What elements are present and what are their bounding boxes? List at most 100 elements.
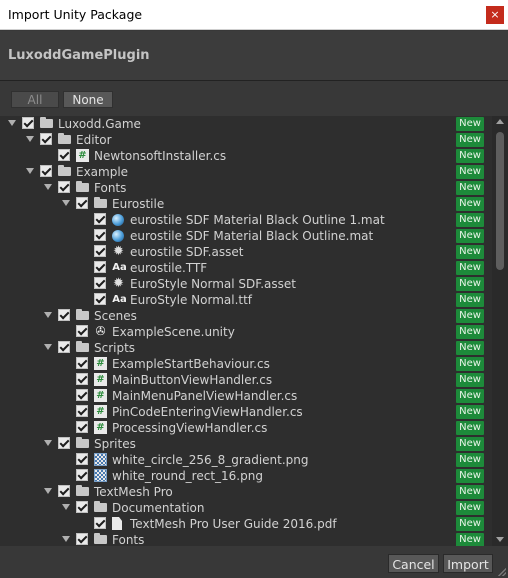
tree-row[interactable]: Editor New <box>0 132 492 148</box>
expand-arrow-icon[interactable] <box>44 312 52 318</box>
include-checkbox[interactable] <box>58 485 70 497</box>
tree-row[interactable]: Fonts New <box>0 180 492 196</box>
tree-row[interactable]: # PinCodeEnteringViewHandler.cs New <box>0 404 492 420</box>
select-none-button[interactable]: None <box>63 91 113 108</box>
include-checkbox[interactable] <box>76 405 88 417</box>
include-checkbox[interactable] <box>40 133 52 145</box>
include-checkbox[interactable] <box>76 373 88 385</box>
include-checkbox[interactable] <box>58 181 70 193</box>
scroll-up-icon[interactable] <box>496 119 504 124</box>
include-checkbox[interactable] <box>94 277 106 289</box>
tree-row[interactable]: Documentation New <box>0 500 492 516</box>
new-badge: New <box>456 293 484 307</box>
include-checkbox[interactable] <box>76 533 88 545</box>
include-checkbox[interactable] <box>58 309 70 321</box>
tree-row[interactable]: Sprites New <box>0 436 492 452</box>
expand-arrow-icon[interactable] <box>62 536 70 542</box>
include-checkbox[interactable] <box>76 389 88 401</box>
tree-item-label: NewtonsoftInstaller.cs <box>94 149 227 163</box>
close-icon: × <box>490 8 500 21</box>
unity-scene-icon: ✇ <box>95 324 106 338</box>
tree-row[interactable]: TextMesh Pro New <box>0 484 492 500</box>
import-button[interactable]: Import <box>443 554 493 573</box>
include-checkbox[interactable] <box>58 149 70 161</box>
tree-item-label: Documentation <box>112 501 205 515</box>
new-badge: New <box>456 389 484 403</box>
expand-arrow-icon[interactable] <box>44 344 52 350</box>
tree-row[interactable]: ✹ EuroStyle Normal SDF.asset New <box>0 276 492 292</box>
tree-item-label: eurostile SDF Material Black Outline 1.m… <box>130 213 385 227</box>
include-checkbox[interactable] <box>58 341 70 353</box>
tree-item-label: white_circle_256_8_gradient.png <box>112 453 309 467</box>
resize-grip-icon[interactable] <box>498 568 506 576</box>
include-checkbox[interactable] <box>76 197 88 209</box>
new-badge: New <box>456 501 484 515</box>
asset-tree: Luxodd.Game New Editor New # NewtonsoftInstal… <box>0 116 492 546</box>
include-checkbox[interactable] <box>94 229 106 241</box>
folder-icon <box>94 197 107 208</box>
tree-row[interactable]: eurostile SDF Material Black Outline.mat… <box>0 228 492 244</box>
cancel-button[interactable]: Cancel <box>388 554 439 573</box>
tree-row[interactable]: Example New <box>0 164 492 180</box>
close-button[interactable]: × <box>486 6 504 24</box>
expand-arrow-icon[interactable] <box>26 168 34 174</box>
tree-row[interactable]: white_circle_256_8_gradient.png New <box>0 452 492 468</box>
tree-row[interactable]: Scenes New <box>0 308 492 324</box>
tree-row[interactable]: Aa EuroStyle Normal.ttf New <box>0 292 492 308</box>
include-checkbox[interactable] <box>76 325 88 337</box>
tree-row[interactable]: # ProcessingViewHandler.cs New <box>0 420 492 436</box>
expand-arrow-icon[interactable] <box>44 440 52 446</box>
tree-row[interactable]: # NewtonsoftInstaller.cs New <box>0 148 492 164</box>
new-badge: New <box>456 341 484 355</box>
select-all-button[interactable]: All <box>11 91 59 108</box>
include-checkbox[interactable] <box>94 213 106 225</box>
tree-item-label: MainMenuPanelViewHandler.cs <box>112 389 298 403</box>
include-checkbox[interactable] <box>76 453 88 465</box>
include-checkbox[interactable] <box>76 469 88 481</box>
include-checkbox[interactable] <box>94 261 106 273</box>
tree-row[interactable]: eurostile SDF Material Black Outline 1.m… <box>0 212 492 228</box>
expand-arrow-icon[interactable] <box>62 200 70 206</box>
expand-arrow-icon[interactable] <box>44 488 52 494</box>
tree-item-label: eurostile.TTF <box>130 261 208 275</box>
expand-arrow-icon[interactable] <box>44 184 52 190</box>
tree-item-label: ExampleStartBehaviour.cs <box>112 357 270 371</box>
expand-arrow-icon[interactable] <box>26 136 34 142</box>
include-checkbox[interactable] <box>40 165 52 177</box>
scroll-down-icon[interactable] <box>496 537 504 542</box>
scroll-thumb[interactable] <box>496 132 504 270</box>
asset-icon: ✹ <box>113 276 124 291</box>
tree-row[interactable]: TextMesh Pro User Guide 2016.pdf New <box>0 516 492 532</box>
folder-icon <box>94 533 107 544</box>
tree-row[interactable]: ✇ ExampleScene.unity New <box>0 324 492 340</box>
include-checkbox[interactable] <box>76 421 88 433</box>
tree-row[interactable]: white_round_rect_16.png New <box>0 468 492 484</box>
tree-scrollbar[interactable] <box>492 116 508 546</box>
folder-icon <box>58 133 71 144</box>
tree-item-label: Luxodd.Game <box>58 117 141 131</box>
tree-item-label: Scripts <box>94 341 136 355</box>
tree-row[interactable]: # ExampleStartBehaviour.cs New <box>0 356 492 372</box>
expand-arrow-icon[interactable] <box>62 504 70 510</box>
expand-arrow-icon[interactable] <box>8 120 16 126</box>
tree-row[interactable]: Aa eurostile.TTF New <box>0 260 492 276</box>
selection-bar: All None <box>0 81 508 117</box>
new-badge: New <box>456 133 484 147</box>
new-badge: New <box>456 517 484 531</box>
include-checkbox[interactable] <box>22 117 34 129</box>
include-checkbox[interactable] <box>94 245 106 257</box>
tree-row[interactable]: Scripts New <box>0 340 492 356</box>
include-checkbox[interactable] <box>76 501 88 513</box>
tree-row[interactable]: ✹ eurostile SDF.asset New <box>0 244 492 260</box>
tree-row[interactable]: # MainMenuPanelViewHandler.cs New <box>0 388 492 404</box>
material-icon <box>112 230 124 242</box>
include-checkbox[interactable] <box>76 357 88 369</box>
include-checkbox[interactable] <box>58 437 70 449</box>
include-checkbox[interactable] <box>94 293 106 305</box>
new-badge: New <box>456 117 484 131</box>
tree-row[interactable]: Eurostile New <box>0 196 492 212</box>
tree-row[interactable]: Luxodd.Game New <box>0 116 492 132</box>
include-checkbox[interactable] <box>94 517 106 529</box>
tree-row[interactable]: Fonts New <box>0 532 492 546</box>
tree-row[interactable]: # MainButtonViewHandler.cs New <box>0 372 492 388</box>
